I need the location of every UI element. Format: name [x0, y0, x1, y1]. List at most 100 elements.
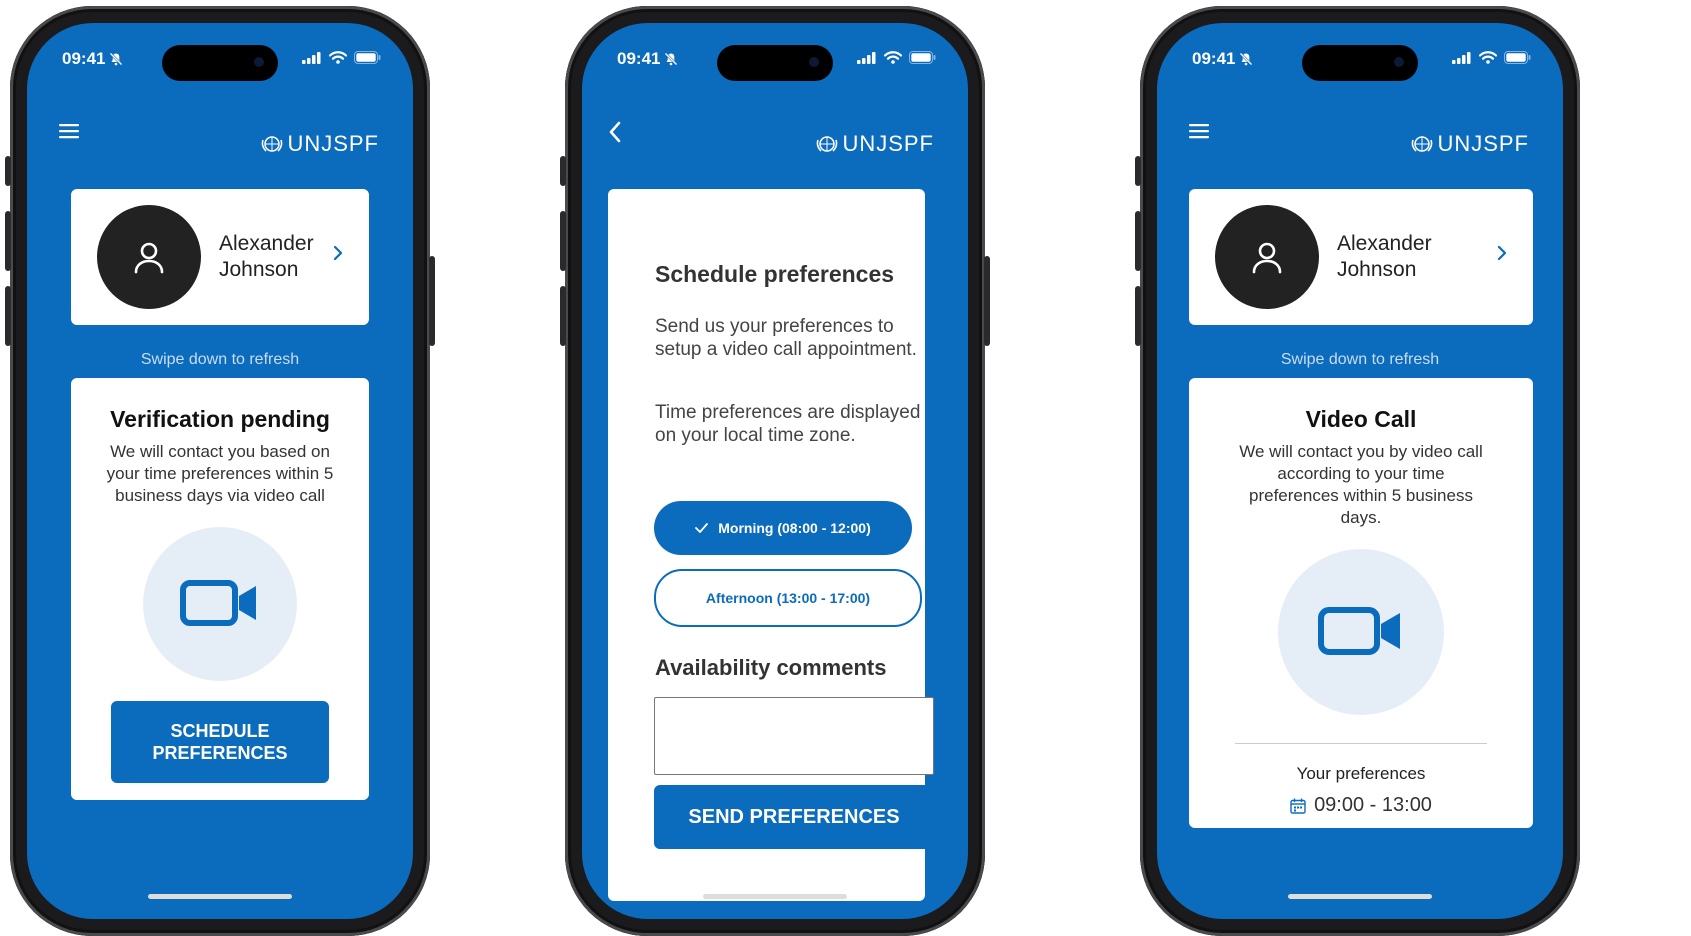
preferences-label: Your preferences — [1296, 764, 1426, 783]
button-line-1: SCHEDULE — [170, 721, 270, 741]
back-chevron-icon[interactable] — [608, 121, 622, 148]
card-title: Video Call — [1305, 406, 1417, 432]
phone-video-call: 09:41 UNJSPF Alexander Johnson Swipe dow… — [1135, 6, 1580, 936]
send-preferences-button[interactable]: SEND PREFERENCES — [654, 785, 934, 849]
check-icon — [695, 523, 709, 533]
schedule-preferences-button[interactable]: SCHEDULE PREFERENCES — [111, 701, 329, 783]
refresh-hint: Swipe down to refresh — [1280, 351, 1440, 368]
schedule-card: Schedule preferences Send us your prefer… — [608, 189, 934, 901]
side-button — [5, 286, 11, 346]
profile-card[interactable]: Alexander Johnson — [1189, 189, 1533, 325]
un-emblem-icon — [262, 136, 283, 152]
menu-icon[interactable] — [59, 123, 81, 144]
status-time: 09:41 — [617, 49, 661, 68]
status-time-group: 09:41 — [617, 49, 678, 69]
user-icon — [134, 242, 164, 274]
signal-icon — [302, 51, 321, 64]
divider — [1235, 743, 1487, 744]
side-button — [5, 156, 11, 186]
screen: 09:41 UNJSPF Alexander Johnson Swipe dow… — [1157, 23, 1563, 919]
signal-icon — [1452, 51, 1471, 64]
user-icon — [1252, 242, 1282, 274]
un-emblem-icon — [817, 136, 838, 152]
calendar-icon — [1290, 798, 1306, 814]
phone-verification-pending: 09:41 UNJSPF Alexander Johnson Swipe dow… — [5, 6, 435, 936]
side-button — [1135, 211, 1141, 271]
status-icons — [302, 51, 381, 64]
status-icons — [1452, 51, 1531, 64]
brand-logo: UNJSPF — [816, 131, 934, 157]
avatar — [1215, 205, 1319, 309]
bell-slash-icon — [665, 52, 678, 66]
status-bar: 09:41 — [1157, 45, 1563, 81]
brand-name: UNJSPF — [842, 131, 934, 156]
profile-last-name: Johnson — [1337, 258, 1417, 281]
side-button — [1135, 286, 1141, 346]
profile-name: Alexander Johnson — [219, 231, 314, 283]
home-indicator[interactable] — [703, 894, 847, 899]
profile-card[interactable]: Alexander Johnson — [71, 189, 369, 325]
preferences-value: 09:00 - 13:00 — [1314, 794, 1432, 816]
profile-first-name: Alexander — [219, 232, 314, 255]
preferences-value-row: 09:00 - 13:00 — [1189, 794, 1533, 817]
brand-logo: UNJSPF — [261, 131, 379, 157]
option-morning[interactable]: Morning (08:00 - 12:00) — [654, 501, 912, 555]
bell-slash-icon — [110, 52, 123, 66]
side-button — [560, 286, 566, 346]
screen: 09:41 UNJSPF Schedule preferences Send u… — [582, 23, 968, 919]
availability-comments-label: Availability comments — [655, 655, 887, 680]
status-time: 09:41 — [1192, 49, 1236, 68]
battery-icon — [909, 51, 936, 64]
schedule-title: Schedule preferences — [655, 261, 895, 287]
video-call-card: Video Call We will contact you by video … — [1189, 378, 1533, 828]
battery-icon — [1504, 51, 1531, 64]
signal-icon — [857, 51, 876, 64]
profile-name: Alexander Johnson — [1337, 231, 1432, 283]
brand-logo: UNJSPF — [1411, 131, 1529, 157]
chevron-right-icon[interactable] — [333, 245, 343, 266]
option-afternoon-label: Afternoon (13:00 - 17:00) — [705, 590, 871, 606]
home-indicator[interactable] — [148, 894, 292, 899]
chevron-right-icon[interactable] — [1497, 245, 1507, 266]
dynamic-island — [1302, 45, 1418, 81]
side-button — [429, 256, 435, 346]
phone-schedule-preferences: 09:41 UNJSPF Schedule preferences Send u… — [560, 6, 990, 936]
button-line-2: PREFERENCES — [152, 743, 288, 763]
avatar — [97, 205, 201, 309]
video-icon-circle — [1278, 549, 1444, 715]
un-emblem-icon — [1412, 136, 1433, 152]
schedule-intro: Send us your preferences to setup a vide… — [655, 316, 917, 360]
home-indicator[interactable] — [1288, 894, 1432, 899]
refresh-hint: Swipe down to refresh — [140, 351, 300, 368]
video-camera-icon — [1318, 607, 1400, 655]
card-description: We will contact you based on your time p… — [106, 442, 334, 505]
side-button — [560, 211, 566, 271]
menu-icon[interactable] — [1189, 123, 1211, 144]
card-description: We will contact you by video call accord… — [1239, 442, 1483, 527]
video-camera-icon — [180, 580, 256, 626]
status-bar: 09:41 — [582, 45, 968, 81]
status-time-group: 09:41 — [1192, 49, 1253, 69]
wifi-icon — [1479, 51, 1497, 64]
video-icon-circle — [143, 527, 297, 681]
side-button — [560, 156, 566, 186]
wifi-icon — [884, 51, 902, 64]
brand-name: UNJSPF — [1437, 131, 1529, 156]
availability-comments-input[interactable] — [654, 697, 934, 775]
side-button — [984, 256, 990, 346]
status-time: 09:41 — [62, 49, 106, 68]
dynamic-island — [162, 45, 278, 81]
option-afternoon[interactable]: Afternoon (13:00 - 17:00) — [654, 569, 922, 627]
side-button — [1135, 156, 1141, 186]
profile-first-name: Alexander — [1337, 232, 1432, 255]
brand-name: UNJSPF — [287, 131, 379, 156]
battery-icon — [354, 51, 381, 64]
status-icons — [857, 51, 936, 64]
status-bar: 09:41 — [27, 45, 413, 81]
side-button — [5, 211, 11, 271]
card-title: Verification pending — [110, 406, 330, 432]
profile-last-name: Johnson — [219, 258, 299, 281]
dynamic-island — [717, 45, 833, 81]
screen: 09:41 UNJSPF Alexander Johnson Swipe dow… — [27, 23, 413, 919]
option-morning-label: Morning (08:00 - 12:00) — [718, 520, 871, 536]
